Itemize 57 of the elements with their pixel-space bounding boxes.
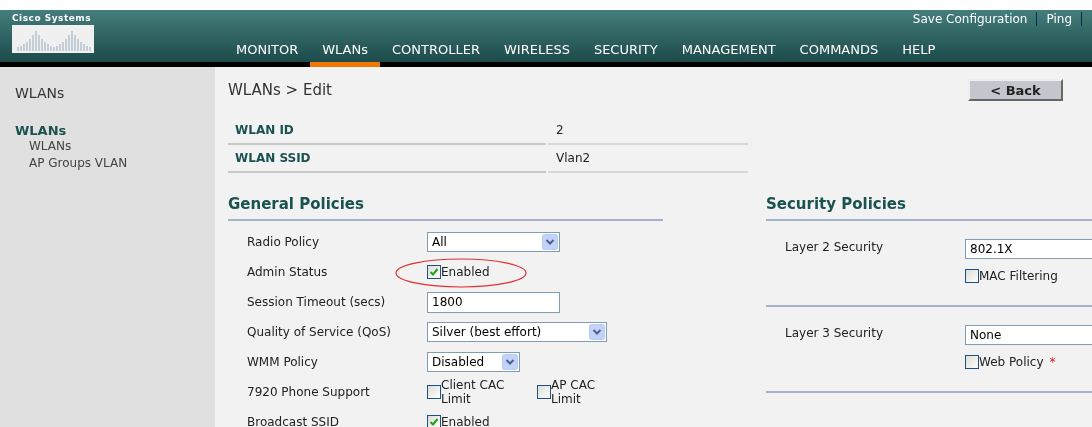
field-value: 2 bbox=[548, 116, 748, 145]
sidebar-section[interactable]: WLANs bbox=[15, 123, 215, 138]
header-link[interactable]: Ping bbox=[1037, 12, 1082, 26]
page-title: WLANs > Edit bbox=[228, 80, 332, 101]
checkbox-label: Client CAC Limit bbox=[441, 378, 506, 406]
dropdown[interactable]: All bbox=[427, 232, 560, 252]
field-label: WMM Policy bbox=[247, 354, 319, 371]
field-label: Radio Policy bbox=[247, 234, 321, 251]
nav-tab[interactable]: CONTROLLER bbox=[380, 43, 492, 67]
sidebar-item[interactable]: AP Groups VLAN bbox=[15, 155, 215, 172]
field-label: 7920 Phone Support bbox=[247, 384, 371, 401]
field-label: Layer 2 Security bbox=[785, 239, 884, 256]
field-label: Layer 3 Security bbox=[785, 325, 884, 342]
section-title: Security Policies bbox=[766, 192, 1092, 221]
input-field[interactable]: 1800 bbox=[427, 291, 560, 313]
chevron-down-icon bbox=[589, 324, 605, 340]
dropdown[interactable]: Silver (best effort) bbox=[427, 322, 607, 342]
checkbox-label: Enabled bbox=[441, 265, 490, 279]
brand-name: Cisco Systems bbox=[12, 14, 93, 23]
nav-tab[interactable]: SECURITY bbox=[581, 43, 670, 67]
checkbox-label: MAC Filtering bbox=[979, 268, 1058, 285]
checkbox[interactable] bbox=[965, 269, 979, 283]
section-title: General Policies bbox=[228, 192, 663, 221]
checkbox[interactable] bbox=[965, 355, 979, 369]
header-link[interactable]: Save Configuration bbox=[903, 12, 1038, 26]
chevron-down-icon bbox=[502, 354, 518, 370]
checkbox-label: Enabled bbox=[441, 415, 490, 427]
field-label: Admin Status bbox=[247, 264, 329, 281]
field-label: Broadcast SSID bbox=[247, 414, 340, 427]
checkbox[interactable] bbox=[427, 265, 441, 279]
nav-tab[interactable]: MONITOR bbox=[224, 43, 311, 67]
back-button[interactable]: < Back bbox=[968, 79, 1063, 102]
checkmark-icon bbox=[429, 417, 439, 427]
required-mark: * bbox=[1049, 354, 1056, 371]
checkmark-icon bbox=[429, 267, 439, 277]
sidebar-item[interactable]: WLANs bbox=[15, 138, 215, 155]
nav-tab[interactable]: HELP bbox=[890, 43, 948, 67]
checkbox-label: AP CAC Limit bbox=[551, 378, 596, 406]
checkbox-label: Web Policy bbox=[979, 354, 1044, 371]
nav-tab[interactable]: MANAGEMENT bbox=[669, 43, 788, 67]
field-label: Session Timeout (secs) bbox=[247, 294, 387, 311]
dropdown[interactable]: 802.1X bbox=[965, 239, 1092, 259]
nav-tab[interactable]: COMMANDS bbox=[787, 43, 891, 67]
checkbox[interactable] bbox=[427, 415, 441, 427]
checkbox[interactable] bbox=[427, 385, 441, 399]
field-label: WLAN SSID bbox=[228, 144, 546, 173]
field-label: Quality of Service (QoS) bbox=[247, 324, 392, 341]
field-value: Vlan2 bbox=[548, 144, 748, 173]
dropdown[interactable]: Disabled bbox=[427, 352, 520, 372]
logo-icon bbox=[12, 25, 94, 53]
dropdown[interactable]: None bbox=[965, 325, 1092, 345]
sidebar-title: WLANs bbox=[15, 84, 66, 103]
field-label: WLAN ID bbox=[228, 116, 546, 145]
checkbox[interactable] bbox=[537, 385, 551, 399]
nav-tab[interactable]: WLANs bbox=[310, 43, 380, 67]
chevron-down-icon bbox=[542, 234, 558, 250]
nav-tab[interactable]: WIRELESS bbox=[492, 43, 582, 67]
